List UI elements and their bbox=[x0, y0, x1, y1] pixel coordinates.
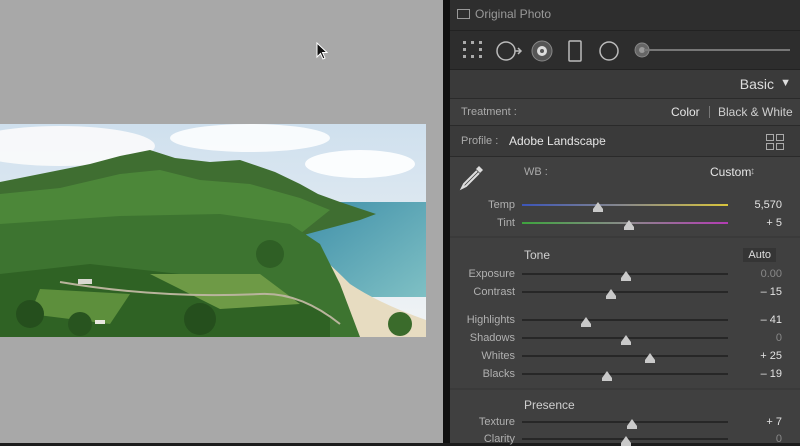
texture-value[interactable]: + 7 bbox=[722, 416, 782, 428]
texture-slider-thumb[interactable] bbox=[627, 419, 637, 429]
clarity-slider-thumb[interactable] bbox=[621, 436, 631, 446]
temp-label: Temp bbox=[488, 199, 515, 211]
develop-panel: Original Photo Basic ▼ Treatment: Color… bbox=[450, 0, 800, 446]
wb-chooser-arrow[interactable]: ↕ bbox=[750, 166, 755, 177]
profile-label: Profile : bbox=[461, 135, 499, 147]
contrast-label: Contrast bbox=[473, 286, 515, 298]
blacks-slider[interactable] bbox=[522, 373, 728, 375]
contrast-slider-thumb[interactable] bbox=[606, 289, 616, 299]
profile-chooser-arrow[interactable]: ↕ bbox=[598, 135, 603, 146]
wb-section: WB : Custom ↕ Temp 5,570 Tint + 5 bbox=[450, 157, 800, 236]
radial-filter-icon[interactable] bbox=[598, 40, 620, 62]
tone-title: Tone bbox=[524, 248, 551, 262]
profile-dropdown[interactable]: Adobe Landscape bbox=[509, 134, 606, 148]
graduated-filter-icon[interactable] bbox=[568, 40, 582, 62]
exposure-value[interactable]: 0.00 bbox=[722, 268, 782, 280]
shadows-value[interactable]: 0 bbox=[722, 332, 782, 344]
exposure-slider-thumb[interactable] bbox=[621, 271, 631, 281]
original-photo-bar: Original Photo bbox=[450, 0, 800, 31]
photo-canvas[interactable] bbox=[0, 0, 443, 443]
tint-slider-thumb[interactable] bbox=[624, 220, 634, 230]
panel-divider[interactable] bbox=[443, 0, 450, 443]
temp-value[interactable]: 5,570 bbox=[722, 199, 782, 211]
profile-row: Profile : Adobe Landscape ↕ bbox=[450, 126, 800, 157]
eyedropper-icon[interactable] bbox=[458, 163, 486, 191]
contrast-value[interactable]: – 15 bbox=[722, 286, 782, 298]
presence-title: Presence bbox=[524, 398, 575, 412]
blacks-slider-thumb[interactable] bbox=[602, 371, 612, 381]
wb-dropdown[interactable]: Custom bbox=[710, 165, 751, 179]
panel-title: Basic bbox=[739, 76, 774, 92]
clarity-value[interactable]: 0 bbox=[722, 433, 782, 445]
shadows-label: Shadows bbox=[469, 332, 515, 344]
whites-label: Whites bbox=[481, 350, 515, 362]
temp-slider[interactable] bbox=[522, 204, 728, 206]
tint-value[interactable]: + 5 bbox=[722, 217, 782, 229]
spot-removal-icon[interactable] bbox=[495, 40, 523, 62]
collapse-triangle-icon[interactable]: ▼ bbox=[780, 77, 791, 89]
whites-slider[interactable] bbox=[522, 355, 728, 357]
red-eye-icon[interactable] bbox=[530, 40, 554, 62]
temp-slider-thumb[interactable] bbox=[593, 202, 603, 212]
brush-size-slider[interactable] bbox=[644, 49, 790, 51]
exposure-label: Exposure bbox=[468, 268, 515, 280]
crop-grid-icon[interactable] bbox=[462, 40, 484, 60]
blacks-label: Blacks bbox=[482, 368, 515, 380]
texture-label: Texture bbox=[478, 416, 515, 428]
treatment-label: Treatment : bbox=[461, 106, 517, 118]
treatment-color-button[interactable]: Color bbox=[671, 105, 700, 119]
blacks-value[interactable]: – 19 bbox=[722, 368, 782, 380]
texture-slider[interactable] bbox=[522, 421, 728, 423]
presence-section: Presence Texture + 7 Clarity 0 bbox=[450, 390, 800, 446]
highlights-label: Highlights bbox=[466, 314, 515, 326]
whites-slider-thumb[interactable] bbox=[645, 353, 655, 363]
arrow-cursor-icon bbox=[316, 42, 329, 60]
original-photo-toggle[interactable]: Original Photo bbox=[457, 7, 551, 21]
treatment-row: Treatment : Color Black & White bbox=[450, 99, 800, 126]
basic-panel-header[interactable]: Basic ▼ bbox=[450, 70, 800, 99]
clarity-label: Clarity bbox=[483, 433, 515, 445]
original-photo-label: Original Photo bbox=[475, 7, 552, 21]
tool-strip bbox=[450, 31, 800, 70]
tone-section: Tone Auto Exposure 0.00 Contrast – 15 Hi… bbox=[450, 238, 800, 388]
shadows-slider-thumb[interactable] bbox=[621, 335, 631, 345]
tint-label: Tint bbox=[497, 217, 515, 229]
auto-button[interactable]: Auto bbox=[743, 248, 776, 262]
wb-label: WB : bbox=[524, 166, 548, 178]
treatment-bw-button[interactable]: Black & White bbox=[718, 105, 793, 119]
highlights-slider-thumb[interactable] bbox=[581, 317, 591, 327]
whites-value[interactable]: + 25 bbox=[722, 350, 782, 362]
profile-browser-icon[interactable] bbox=[766, 134, 784, 150]
checkbox-icon bbox=[457, 9, 470, 19]
highlights-value[interactable]: – 41 bbox=[722, 314, 782, 326]
treatment-separator bbox=[709, 106, 710, 118]
landscape-photo bbox=[0, 124, 426, 337]
highlights-slider[interactable] bbox=[522, 319, 728, 321]
contrast-slider[interactable] bbox=[522, 291, 728, 293]
